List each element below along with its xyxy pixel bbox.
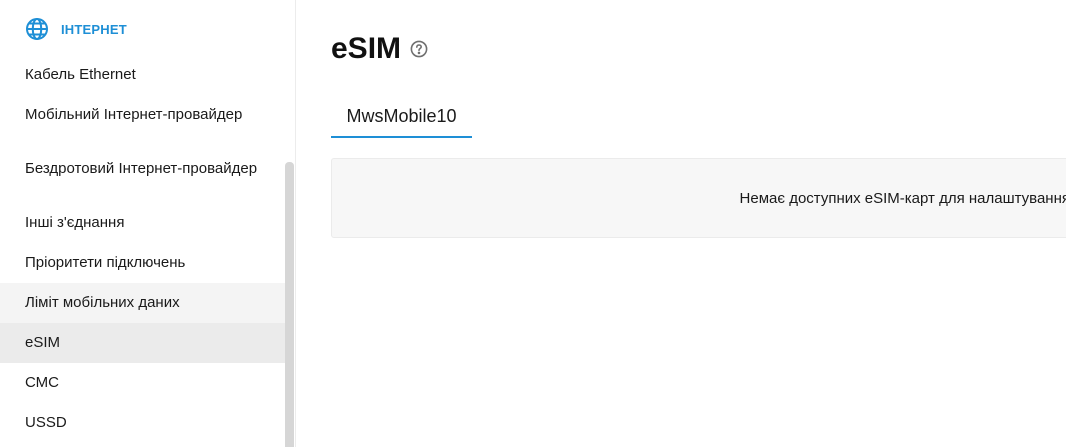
sidebar: ІНТЕРНЕТ Кабель Ethernet Мобільний Інтер… — [0, 0, 296, 447]
sidebar-item-sms[interactable]: СМС — [0, 363, 285, 403]
sidebar-item-wireless-isp[interactable]: Бездротовий Інтернет-провайдер — [0, 135, 285, 203]
sidebar-item-ethernet[interactable]: Кабель Ethernet — [0, 55, 285, 95]
sidebar-item-label: Бездротовий Інтернет-провайдер — [25, 160, 258, 177]
main-content: eSIM MwsMobile10 Немає доступних eSIM-ка… — [296, 0, 1066, 447]
sidebar-nav: Кабель Ethernet Мобільний Інтернет-прова… — [0, 55, 285, 443]
empty-state-panel: Немає доступних eSIM-карт для налаштуван… — [331, 158, 1066, 238]
sidebar-item-esim[interactable]: eSIM — [0, 323, 285, 363]
sidebar-scrollbar[interactable] — [285, 162, 294, 447]
sidebar-item-other-connections[interactable]: Інші з'єднання — [0, 203, 285, 243]
page-title: eSIM — [331, 32, 402, 65]
empty-state-message: Немає доступних eSIM-карт для налаштуван… — [739, 189, 1066, 207]
tab-mwsmobile10[interactable]: MwsMobile10 — [331, 96, 472, 138]
help-circle-icon[interactable] — [410, 40, 428, 58]
sidebar-item-mobile-data-limit[interactable]: Ліміт мобільних даних — [0, 283, 285, 323]
sidebar-item-ussd[interactable]: USSD — [0, 403, 285, 443]
section-title: ІНТЕРНЕТ — [61, 21, 127, 37]
sidebar-item-connection-priorities[interactable]: Пріоритети підключень — [0, 243, 285, 283]
title-row: eSIM — [331, 30, 428, 68]
globe-icon — [26, 18, 48, 40]
section-header-internet[interactable]: ІНТЕРНЕТ — [25, 16, 127, 42]
sidebar-item-mobile-isp[interactable]: Мобільний Інтернет-провайдер — [0, 95, 285, 135]
tabs: MwsMobile10 — [331, 96, 472, 138]
